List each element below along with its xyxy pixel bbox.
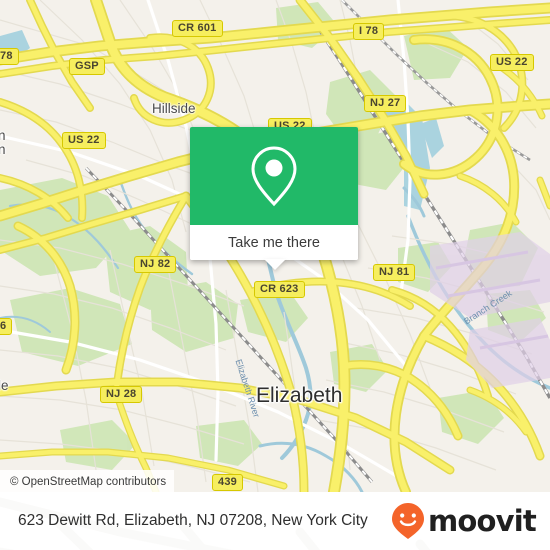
road-shield: NJ 82 [134, 256, 177, 273]
road-shield: NJ 27 [364, 95, 407, 112]
card-image-area [190, 127, 358, 225]
road-shield: US 22 [490, 54, 534, 71]
place-label: Elizabeth [256, 384, 343, 407]
road-shield: 6 [0, 318, 13, 335]
place-label: n [0, 142, 6, 157]
location-info-card[interactable]: Take me there [190, 127, 358, 270]
place-label: Hillside [152, 101, 196, 116]
road-shield: CR 623 [254, 281, 305, 298]
road-shield: 439 [212, 474, 243, 491]
road-shield: NJ 28 [100, 386, 143, 403]
road-shield: I 78 [353, 23, 385, 40]
take-me-there-label: Take me there [228, 234, 320, 251]
road-shield: CR 601 [172, 20, 223, 37]
map-pin-icon [251, 146, 297, 207]
address-text: 623 Dewitt Rd, Elizabeth, NJ 07208, New … [18, 512, 368, 529]
osm-attribution[interactable]: © OpenStreetMap contributors [0, 470, 175, 492]
road-shield: NJ 81 [373, 264, 416, 281]
moovit-wordmark: moovit [428, 503, 537, 538]
moovit-logo: moovit [391, 502, 537, 540]
road-shield: 78 [0, 48, 19, 65]
road-shield: GSP [69, 58, 105, 75]
road-shield: US 22 [62, 132, 106, 149]
footer-bar: 623 Dewitt Rd, Elizabeth, NJ 07208, New … [0, 492, 550, 550]
footer-content: 623 Dewitt Rd, Elizabeth, NJ 07208, New … [0, 492, 550, 550]
map-screen: CR 601 I 78 78 GSP US 22 NJ 27 US 22 US 22 NJ 82… [0, 0, 550, 550]
take-me-there-button[interactable]: Take me there [190, 225, 358, 260]
moovit-pin-icon [392, 503, 425, 539]
place-label: le [0, 378, 9, 393]
card-pointer-tail [264, 259, 286, 270]
place-label: n [0, 128, 6, 143]
